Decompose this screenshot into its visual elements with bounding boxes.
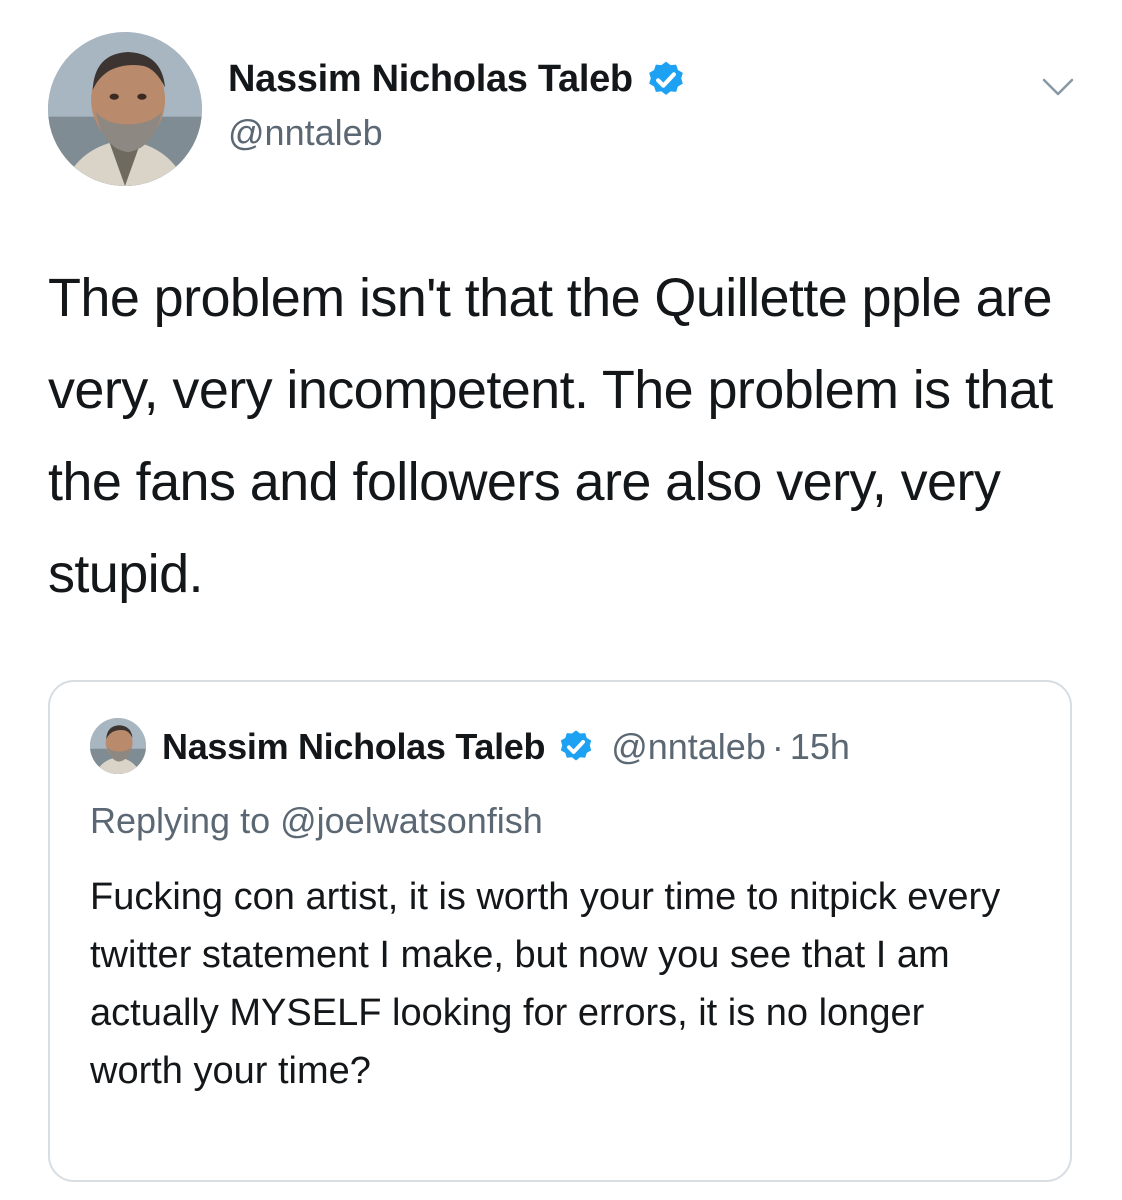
author-name-text: Nassim Nicholas Taleb	[228, 58, 633, 100]
quoted-header: Nassim Nicholas Taleb @nntaleb · 15h	[162, 726, 850, 768]
quoted-author-handle[interactable]: @nntaleb	[611, 726, 766, 768]
author-name[interactable]: Nassim Nicholas Taleb	[228, 58, 687, 101]
author-handle[interactable]: @nntaleb	[228, 112, 383, 154]
verified-badge-icon	[560, 730, 592, 761]
verified-badge-icon	[649, 61, 683, 95]
profile-photo-icon	[90, 718, 146, 774]
quoted-author-name[interactable]: Nassim Nicholas Taleb	[162, 726, 545, 768]
chevron-down-icon[interactable]	[1038, 72, 1078, 102]
quoted-author-avatar[interactable]	[90, 718, 146, 774]
tweet-text: The problem isn't that the Quillette ppl…	[48, 268, 1053, 604]
quoted-timestamp[interactable]: 15h	[790, 726, 850, 768]
quoted-tweet-card[interactable]: Nassim Nicholas Taleb @nntaleb · 15h Rep…	[48, 680, 1072, 1182]
meta-separator: ·	[771, 726, 784, 767]
replying-to: Replying to @joelwatsonfish	[90, 800, 543, 841]
author-avatar[interactable]	[48, 32, 202, 186]
profile-photo-icon	[48, 32, 202, 186]
quoted-tweet-text: Fucking con artist, it is worth your tim…	[90, 876, 1001, 1092]
